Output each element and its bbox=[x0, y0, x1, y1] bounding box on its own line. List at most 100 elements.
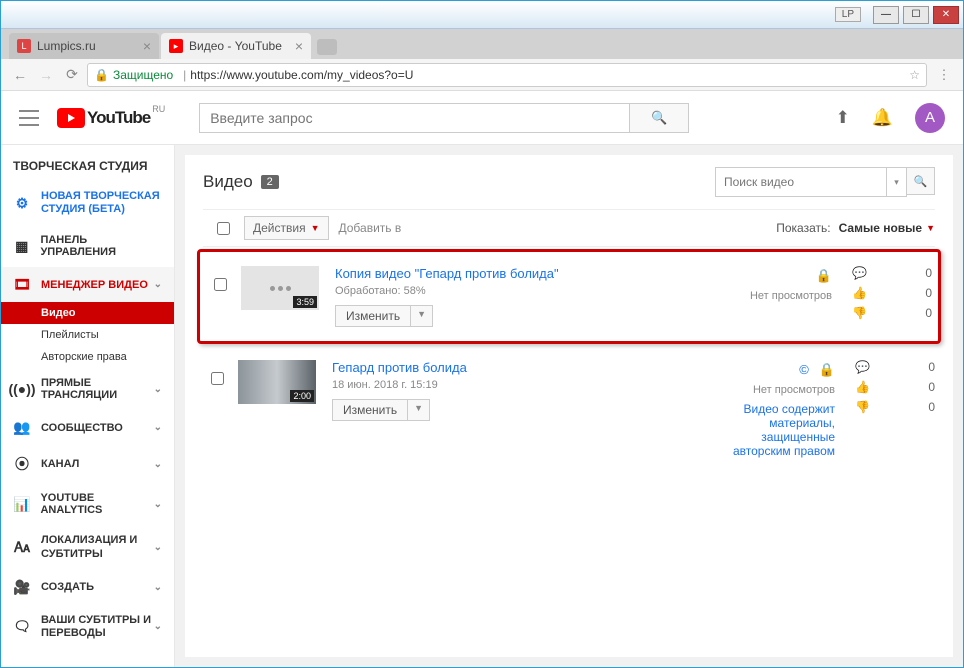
search-button[interactable]: 🔍 bbox=[629, 103, 689, 133]
lock-icon: 🔒 bbox=[816, 268, 832, 284]
chevron-down-icon: ⌄ bbox=[154, 384, 162, 395]
edit-button[interactable]: Изменить bbox=[335, 305, 411, 327]
chevron-down-icon: ▼ bbox=[311, 223, 320, 233]
video-checkbox[interactable] bbox=[211, 372, 224, 385]
video-row: 2:00 Гепард против болида 18 июн. 2018 г… bbox=[203, 346, 935, 472]
dashboard-icon: ▦ bbox=[13, 238, 30, 255]
window-close-button[interactable]: ✕ bbox=[933, 6, 959, 24]
new-tab-button[interactable] bbox=[317, 39, 337, 55]
window-maximize-button[interactable]: ☐ bbox=[903, 6, 929, 24]
browser-tab-lumpics[interactable]: L Lumpics.ru × bbox=[9, 33, 159, 59]
video-checkbox[interactable] bbox=[214, 278, 227, 291]
edit-dropdown[interactable]: ▼ bbox=[408, 399, 430, 421]
browser-tabbar: L Lumpics.ru × ▸ Видео - YouTube × bbox=[1, 29, 963, 59]
sidebar-item-create[interactable]: 🎥 СОЗДАТЬ ⌄ bbox=[1, 570, 174, 605]
search-icon: 🔍 bbox=[914, 175, 928, 188]
reload-button[interactable]: ⟳ bbox=[61, 64, 83, 86]
sidebar-item-dashboard[interactable]: ▦ ПАНЕЛЬ УПРАВЛЕНИЯ bbox=[1, 225, 174, 267]
dislike-icon: 👎 bbox=[855, 400, 871, 414]
sidebar-sub-playlists[interactable]: Плейлисты bbox=[1, 324, 174, 346]
close-icon[interactable]: × bbox=[295, 38, 303, 54]
video-subtitle: Обработано: 58% bbox=[335, 285, 722, 297]
chevron-down-icon: ▼ bbox=[926, 223, 935, 233]
sidebar-item-community[interactable]: 👥 СООБЩЕСТВО ⌄ bbox=[1, 410, 174, 445]
sidebar-item-localization[interactable]: 🗛 ЛОКАЛИЗАЦИЯ И СУБТИТРЫ ⌄ bbox=[1, 525, 174, 569]
menu-button[interactable] bbox=[19, 110, 39, 126]
community-icon: 👥 bbox=[13, 419, 31, 436]
sidebar-item-your-cc[interactable]: 🗨 ВАШИ СУБТИТРЫ И ПЕРЕВОДЫ ⌄ bbox=[1, 605, 174, 649]
chevron-down-icon: ⌄ bbox=[154, 279, 162, 290]
actions-dropdown[interactable]: Действия ▼ bbox=[244, 216, 329, 240]
translate-icon: 🗛 bbox=[13, 539, 31, 556]
channel-icon: ⦿ bbox=[13, 454, 31, 474]
browser-menu-button[interactable]: ⋮ bbox=[933, 64, 955, 86]
add-to-button[interactable]: Добавить в bbox=[339, 221, 402, 235]
comment-count: 0 bbox=[925, 266, 932, 280]
video-thumbnail[interactable]: 2:00 bbox=[238, 360, 316, 404]
gear-icon: ⚙ bbox=[13, 195, 31, 212]
tab-title: Lumpics.ru bbox=[37, 39, 96, 53]
sidebar-item-video-manager[interactable]: 🎞 МЕНЕДЖЕР ВИДЕО ⌄ bbox=[1, 267, 174, 302]
secure-badge: 🔒 Защищено bbox=[94, 68, 173, 82]
video-manager-icon: 🎞 bbox=[13, 276, 31, 293]
url-input[interactable]: 🔒 Защищено | https://www.youtube.com/my_… bbox=[87, 63, 927, 87]
sidebar-item-analytics[interactable]: 📊 YOUTUBE ANALYTICS ⌄ bbox=[1, 483, 174, 525]
lock-icon: 🔒 bbox=[819, 362, 835, 378]
search-icon: 🔍 bbox=[651, 110, 667, 126]
views-label: Нет просмотров bbox=[722, 290, 832, 302]
chevron-down-icon: ⌄ bbox=[154, 542, 162, 553]
processing-icon bbox=[270, 286, 291, 291]
avatar[interactable]: А bbox=[915, 103, 945, 133]
star-icon[interactable]: ☆ bbox=[909, 68, 920, 82]
video-search-input[interactable] bbox=[716, 168, 886, 196]
browser-urlbar: ← → ⟳ 🔒 Защищено | https://www.youtube.c… bbox=[1, 59, 963, 91]
search-filter-dropdown[interactable]: ▾ bbox=[886, 168, 906, 196]
search-input[interactable] bbox=[199, 103, 629, 133]
chevron-down-icon: ⌄ bbox=[154, 499, 162, 510]
like-count: 0 bbox=[928, 380, 935, 394]
live-icon: ((●)) bbox=[13, 381, 31, 397]
sidebar-item-channel[interactable]: ⦿ КАНАЛ ⌄ bbox=[1, 445, 174, 483]
notifications-icon[interactable]: 🔔 bbox=[872, 108, 893, 128]
sidebar-item-live[interactable]: ((●)) ПРЯМЫЕ ТРАНСЛЯЦИИ ⌄ bbox=[1, 368, 174, 410]
forward-button[interactable]: → bbox=[35, 64, 57, 86]
chevron-down-icon: ⌄ bbox=[154, 422, 162, 433]
sidebar: ТВОРЧЕСКАЯ СТУДИЯ ⚙ НОВАЯ ТВОРЧЕСКАЯ СТУ… bbox=[1, 145, 175, 667]
video-title-link[interactable]: Гепард против болида bbox=[332, 360, 725, 375]
video-title-link[interactable]: Копия видео "Гепард против болида" bbox=[335, 266, 722, 281]
video-search-button[interactable]: 🔍 bbox=[907, 167, 935, 195]
chevron-down-icon: ⌄ bbox=[154, 582, 162, 593]
video-subtitle: 18 июн. 2018 г. 15:19 bbox=[332, 379, 725, 391]
dislike-count: 0 bbox=[928, 400, 935, 414]
edit-dropdown[interactable]: ▼ bbox=[411, 305, 433, 327]
close-icon[interactable]: × bbox=[143, 38, 151, 54]
copyright-icon: © bbox=[799, 362, 809, 378]
lock-icon: 🔒 bbox=[94, 68, 109, 82]
analytics-icon: 📊 bbox=[13, 496, 30, 513]
duration-badge: 2:00 bbox=[290, 390, 314, 402]
window-minimize-button[interactable]: — bbox=[873, 6, 899, 24]
sidebar-sub-copyright[interactable]: Авторские права bbox=[1, 346, 174, 368]
back-button[interactable]: ← bbox=[9, 64, 31, 86]
video-thumbnail[interactable]: 3:59 bbox=[241, 266, 319, 310]
sort-dropdown[interactable]: Самые новые ▼ bbox=[839, 221, 935, 235]
dislike-icon: 👎 bbox=[852, 306, 868, 320]
edit-button[interactable]: Изменить bbox=[332, 399, 408, 421]
page-title: Видео bbox=[203, 172, 253, 192]
copyright-warning-link[interactable]: Видео содержит материалы, защищенные авт… bbox=[725, 402, 835, 458]
duration-badge: 3:59 bbox=[293, 296, 317, 308]
tab-title: Видео - YouTube bbox=[189, 39, 282, 53]
sidebar-title: ТВОРЧЕСКАЯ СТУДИЯ bbox=[1, 145, 174, 181]
chevron-down-icon: ⌄ bbox=[154, 459, 162, 470]
favicon-lumpics: L bbox=[17, 39, 31, 53]
play-icon bbox=[57, 108, 85, 128]
youtube-logo[interactable]: YouTube RU bbox=[57, 108, 165, 128]
select-all-checkbox[interactable] bbox=[217, 222, 230, 235]
browser-tab-youtube[interactable]: ▸ Видео - YouTube × bbox=[161, 33, 311, 59]
comment-count: 0 bbox=[928, 360, 935, 374]
upload-icon[interactable]: ⬆ bbox=[836, 108, 850, 128]
sidebar-sub-video[interactable]: Видео bbox=[1, 302, 174, 324]
video-row: 3:59 Копия видео "Гепард против болида" … bbox=[197, 249, 941, 344]
views-label: Нет просмотров bbox=[725, 384, 835, 396]
sidebar-item-new-studio[interactable]: ⚙ НОВАЯ ТВОРЧЕСКАЯ СТУДИЯ (БЕТА) bbox=[1, 181, 174, 225]
